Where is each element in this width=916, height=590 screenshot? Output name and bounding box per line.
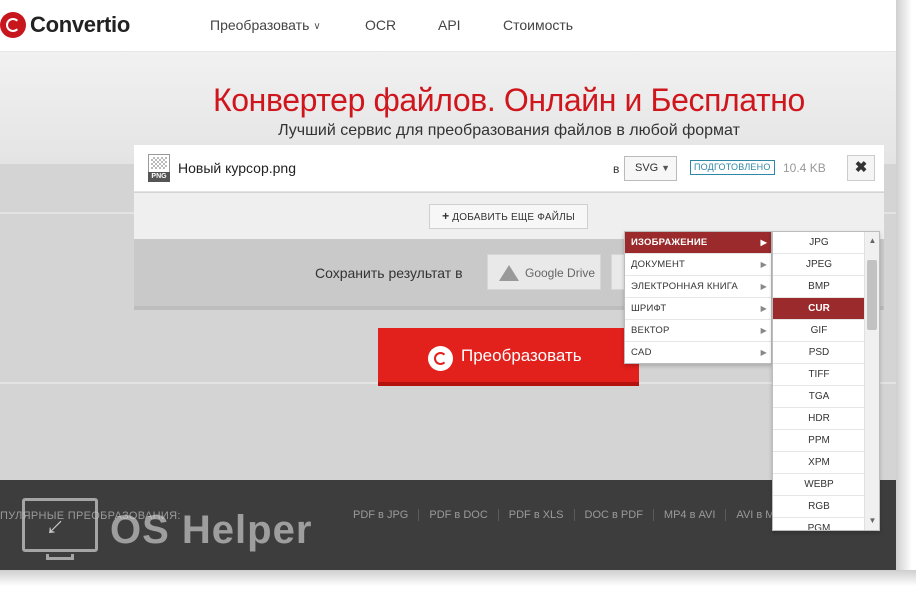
category-image[interactable]: ИЗОБРАЖЕНИЕ ▶ xyxy=(625,232,771,254)
format-option-rgb[interactable]: RGB xyxy=(773,496,865,518)
category-label: ДОКУМЕНТ xyxy=(631,259,686,270)
popular-conversions-links: PDF в JPG PDF в DOC PDF в XLS DOC в PDF MP4 … xyxy=(353,509,794,521)
scroll-thumb[interactable] xyxy=(867,260,877,330)
close-icon: ✖ xyxy=(854,159,868,176)
chevron-down-icon: ∨ xyxy=(313,21,321,32)
format-option-hdr[interactable]: HDR xyxy=(773,408,865,430)
convert-icon xyxy=(428,346,453,371)
footer-link[interactable]: PDF в DOC xyxy=(429,509,499,521)
format-option-xpm[interactable]: XPM xyxy=(773,452,865,474)
format-option-tga[interactable]: TGA xyxy=(773,386,865,408)
google-drive-label: Google Drive xyxy=(525,266,596,280)
nav-item-ocr[interactable]: OCR xyxy=(365,17,396,33)
convertio-logo-icon xyxy=(0,12,26,38)
category-font[interactable]: ШРИФТ ▶ xyxy=(625,298,771,320)
remove-file-button[interactable]: ✖ xyxy=(847,155,875,181)
logo-text: Convertio xyxy=(30,12,130,37)
monitor-stand-icon xyxy=(46,554,74,560)
caret-down-icon: ▼ xyxy=(661,163,670,173)
format-option-gif[interactable]: GIF xyxy=(773,320,865,342)
nav-item-api[interactable]: API xyxy=(438,17,461,33)
file-name: Новый курсор.png xyxy=(178,160,296,176)
format-option-jpg[interactable]: JPG xyxy=(773,232,865,254)
format-option-ppm[interactable]: PPM xyxy=(773,430,865,452)
category-ebook[interactable]: ЭЛЕКТРОННАЯ КНИГА ▶ xyxy=(625,276,771,298)
chevron-right-icon: ▶ xyxy=(760,348,767,357)
screenshot-edge-shadow xyxy=(0,570,916,590)
google-drive-button[interactable]: Google Drive xyxy=(487,254,601,290)
nav-item-label: Преобразовать xyxy=(210,17,310,33)
format-option-webp[interactable]: WEBP xyxy=(773,474,865,496)
png-file-icon: PNG xyxy=(148,154,170,182)
site-header: Convertio Преобразовать ∨ OCR API Стоимос… xyxy=(0,0,896,52)
convert-button[interactable]: Преобразовать xyxy=(378,328,639,386)
selected-format: SVG xyxy=(635,162,659,174)
chevron-right-icon: ▶ xyxy=(760,304,767,313)
plus-icon: + xyxy=(442,209,450,223)
footer-link[interactable]: PDF в JPG xyxy=(353,509,420,521)
footer-link[interactable]: MP4 в AVI xyxy=(663,509,727,521)
add-files-label: ДОБАВИТЬ ЕЩЕ ФАЙЛЫ xyxy=(452,212,575,223)
convert-label: Преобразовать xyxy=(461,346,582,365)
page: Convertio Преобразовать ∨ OCR API Стоимос… xyxy=(0,0,916,590)
screenshot-edge-shadow xyxy=(896,0,916,590)
format-option-pgm[interactable]: PGM xyxy=(773,518,865,530)
category-label: CAD xyxy=(631,347,652,358)
category-vector[interactable]: ВЕКТОР ▶ xyxy=(625,320,771,342)
save-label: Сохранить результат в xyxy=(315,265,463,281)
chevron-right-icon: ▶ xyxy=(760,238,767,247)
file-row: PNG Новый курсор.png в SVG ▼ ПОДГОТОВЛЕН… xyxy=(134,145,884,192)
format-option-cur[interactable]: CUR xyxy=(773,298,865,320)
nav-item-pricing[interactable]: Стоимость xyxy=(503,17,573,33)
footer-link[interactable]: PDF в XLS xyxy=(508,509,575,521)
scroll-down-arrow-icon[interactable]: ▼ xyxy=(865,514,879,528)
chevron-right-icon: ▶ xyxy=(760,282,767,291)
add-more-files-button[interactable]: + ДОБАВИТЬ ЕЩЕ ФАЙЛЫ xyxy=(429,204,588,229)
footer-link[interactable]: DOC в PDF xyxy=(584,509,654,521)
format-option-psd[interactable]: PSD xyxy=(773,342,865,364)
hero-subtitle: Лучший сервис для преобразования файлов … xyxy=(278,122,740,139)
category-label: ВЕКТОР xyxy=(631,325,670,336)
hero-title: Конвертер файлов. Онлайн и Бесплатно xyxy=(213,82,805,118)
watermark-text: OS Helper xyxy=(110,508,313,552)
category-cad[interactable]: CAD ▶ xyxy=(625,342,771,364)
category-label: ЭЛЕКТРОННАЯ КНИГА xyxy=(631,281,738,292)
image-thumbnail xyxy=(151,157,167,169)
format-option-tiff[interactable]: TIFF xyxy=(773,364,865,386)
category-document[interactable]: ДОКУМЕНТ ▶ xyxy=(625,254,771,276)
to-label: в xyxy=(613,162,620,176)
chevron-right-icon: ▶ xyxy=(760,260,767,269)
file-size: 10.4 KB xyxy=(783,161,826,175)
nav-item-convert[interactable]: Преобразовать ∨ xyxy=(210,17,321,33)
category-label: ИЗОБРАЖЕНИЕ xyxy=(631,237,708,248)
format-category-menu: ИЗОБРАЖЕНИЕ ▶ ДОКУМЕНТ ▶ ЭЛЕКТРОННАЯ КНИГА… xyxy=(624,231,772,364)
format-list-scrollbar[interactable]: ▲ ▼ xyxy=(864,232,879,530)
format-option-bmp[interactable]: BMP xyxy=(773,276,865,298)
file-type-tag: PNG xyxy=(148,172,170,182)
target-format-select[interactable]: SVG ▼ xyxy=(624,156,677,181)
status-badge: ПОДГОТОВЛЕНО xyxy=(690,160,775,175)
logo[interactable]: Convertio xyxy=(0,10,130,40)
google-drive-icon xyxy=(499,265,519,281)
scroll-up-arrow-icon[interactable]: ▲ xyxy=(865,234,879,248)
category-label: ШРИФТ xyxy=(631,303,667,314)
watermark: ← OS Helper xyxy=(22,498,342,568)
chevron-right-icon: ▶ xyxy=(760,326,767,335)
format-list-menu: JPG JPEG BMP CUR GIF PSD TIFF TGA HDR PPM XPM WEBP R… xyxy=(772,231,880,531)
format-option-jpeg[interactable]: JPEG xyxy=(773,254,865,276)
